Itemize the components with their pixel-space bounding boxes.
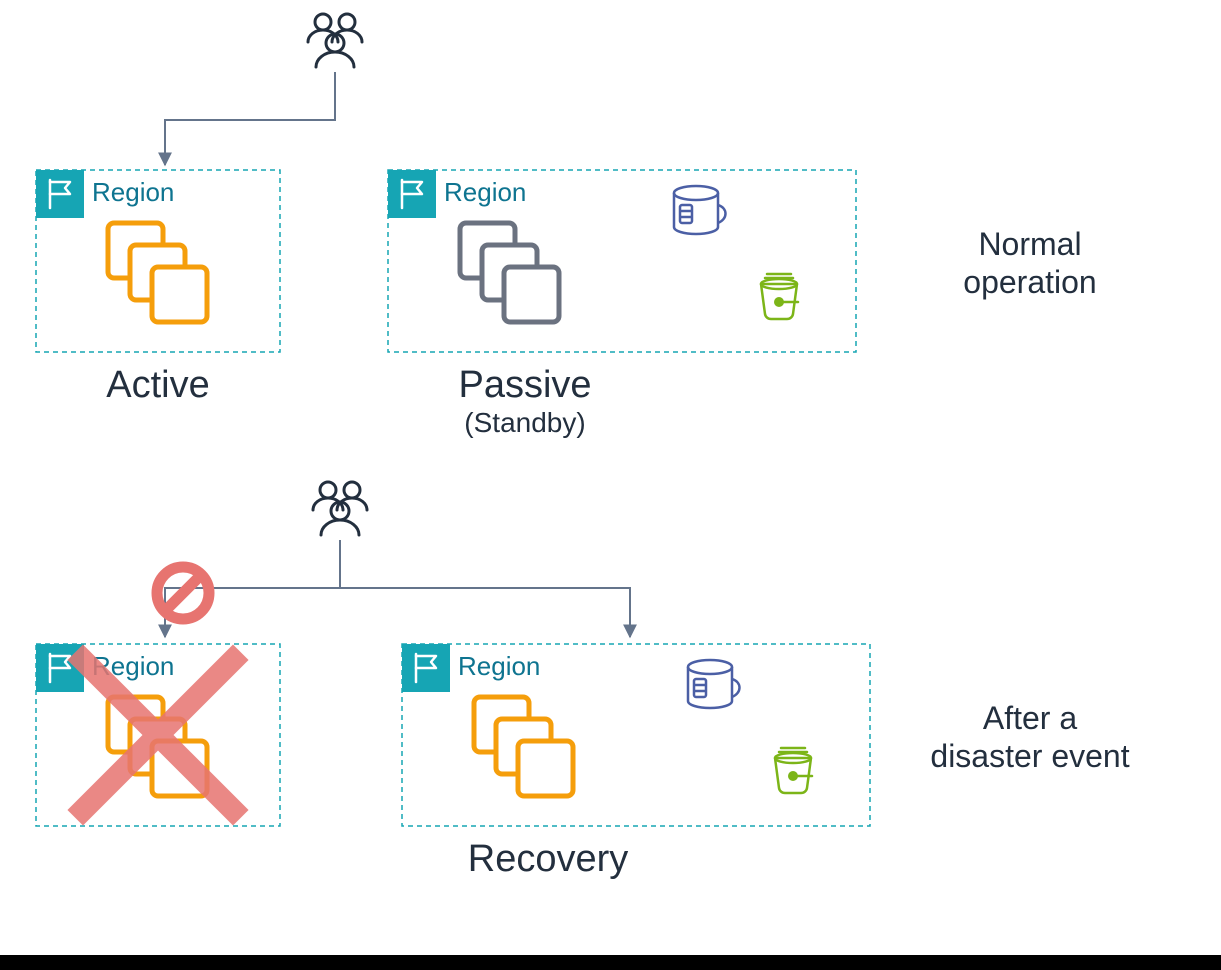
database-icon bbox=[688, 660, 740, 708]
caption-normal-1: Normal bbox=[978, 226, 1081, 262]
flag-icon bbox=[402, 644, 450, 692]
flag-icon bbox=[388, 170, 436, 218]
region-label: Region bbox=[458, 651, 540, 681]
region-label: Region bbox=[92, 177, 174, 207]
stack-icon bbox=[460, 223, 559, 322]
scene-disaster: Region Region Recovery Af bbox=[36, 482, 1130, 880]
stack-icon bbox=[474, 697, 573, 796]
footer-band bbox=[0, 955, 1221, 970]
standby-label: (Standby) bbox=[464, 407, 585, 438]
flag-icon bbox=[36, 170, 84, 218]
users-icon bbox=[308, 14, 362, 67]
arrow-users-to-active bbox=[165, 72, 335, 165]
region-recovery: Region bbox=[402, 644, 870, 826]
scene-normal: Region Active Region Passive (Standby) N… bbox=[36, 14, 1097, 438]
region-active: Region bbox=[36, 170, 280, 352]
stack-icon bbox=[108, 223, 207, 322]
region-label: Region bbox=[444, 177, 526, 207]
caption-normal-2: operation bbox=[963, 264, 1096, 300]
bucket-icon bbox=[775, 748, 812, 793]
recovery-label: Recovery bbox=[468, 838, 629, 880]
diagram-canvas: Region Active Region Passive (Standby) N… bbox=[0, 0, 1221, 970]
caption-after-2: disaster event bbox=[930, 738, 1129, 774]
caption-after-1: After a bbox=[983, 700, 1077, 736]
arrow-users-to-recovery bbox=[340, 540, 630, 637]
passive-label: Passive bbox=[458, 364, 591, 406]
region-passive: Region bbox=[388, 170, 856, 352]
active-label: Active bbox=[106, 364, 209, 406]
bucket-icon bbox=[761, 274, 798, 319]
database-icon bbox=[674, 186, 726, 234]
region-failed: Region bbox=[36, 644, 280, 826]
users-icon bbox=[313, 482, 367, 535]
